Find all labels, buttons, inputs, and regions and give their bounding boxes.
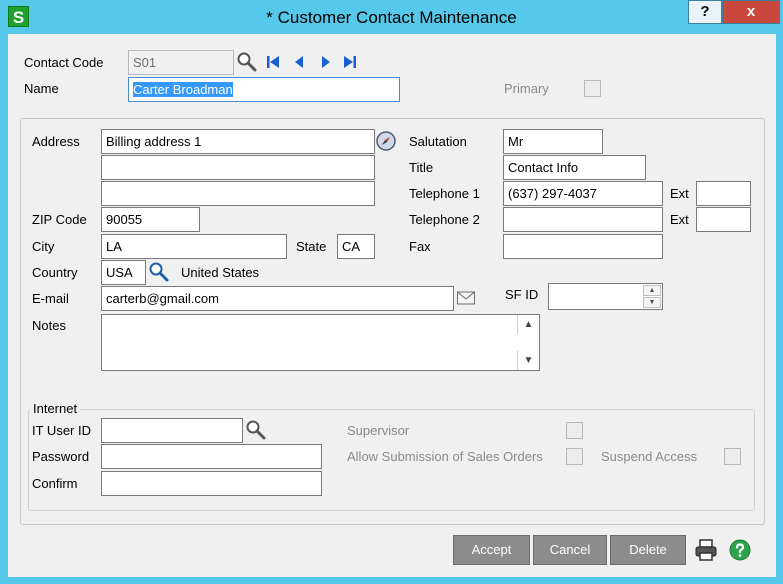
salutation-field[interactable]: Mr (503, 129, 603, 154)
it-user-id-field[interactable] (101, 418, 243, 443)
contact-code-label: Contact Code (24, 55, 104, 70)
supervisor-checkbox[interactable] (566, 422, 583, 439)
next-record-icon[interactable] (318, 54, 334, 70)
country-code-field[interactable]: USA (101, 260, 146, 285)
previous-record-icon[interactable] (291, 54, 307, 70)
confirm-field[interactable] (101, 471, 322, 496)
address-line2-field[interactable] (101, 155, 375, 180)
it-user-id-label: IT User ID (32, 423, 91, 438)
primary-checkbox[interactable] (584, 80, 601, 97)
title-label: Title (409, 160, 434, 175)
primary-label: Primary (504, 81, 549, 96)
notes-scroll-down[interactable]: ▼ (517, 351, 539, 370)
state-field[interactable]: CA (337, 234, 375, 259)
sf-id-up-button[interactable]: ▲ (643, 285, 661, 296)
telephone2-field[interactable] (503, 207, 663, 232)
password-field[interactable] (101, 444, 322, 469)
sf-id-label: SF ID (505, 287, 539, 302)
country-lookup-icon[interactable] (148, 261, 170, 283)
first-record-icon[interactable] (265, 54, 281, 70)
zip-code-field[interactable]: 90055 (101, 207, 200, 232)
allow-sales-orders-checkbox[interactable] (566, 448, 583, 465)
password-label: Password (32, 449, 90, 464)
it-user-lookup-icon[interactable] (245, 419, 267, 441)
sf-id-spinner[interactable]: ▲ ▼ (548, 283, 663, 310)
name-field[interactable]: Carter Broadman (128, 77, 400, 102)
suspend-access-label: Suspend Access (601, 449, 698, 464)
title-bar: S * Customer Contact Maintenance ? x (0, 0, 783, 34)
fax-field[interactable] (503, 234, 663, 259)
sf-id-down-button[interactable]: ▼ (643, 297, 661, 308)
notes-label: Notes (32, 318, 66, 333)
email-icon[interactable] (456, 289, 476, 307)
fax-label: Fax (409, 239, 431, 254)
ext1-label: Ext (670, 186, 689, 201)
supervisor-label: Supervisor (347, 423, 410, 438)
help-button[interactable]: ? (688, 0, 722, 24)
close-icon: x (746, 3, 756, 20)
window-title: * Customer Contact Maintenance (266, 8, 517, 27)
allow-sales-orders-label: Allow Submission of Sales Orders (347, 449, 543, 464)
internet-group-label: Internet (30, 401, 81, 416)
name-value: Carter Broadman (133, 82, 233, 97)
accept-button[interactable]: Accept (453, 535, 530, 565)
help-circle-icon[interactable] (728, 538, 752, 562)
telephone1-field[interactable]: (637) 297-4037 (503, 181, 663, 206)
contact-code-field[interactable]: S01 (128, 50, 234, 75)
close-button[interactable]: x (722, 0, 780, 24)
printer-icon[interactable] (694, 538, 718, 562)
ext2-label: Ext (670, 212, 689, 227)
delete-button[interactable]: Delete (610, 535, 686, 565)
help-icon: ? (700, 3, 710, 20)
cancel-button[interactable]: Cancel (533, 535, 607, 565)
lookup-icon[interactable] (236, 51, 258, 73)
compass-icon[interactable] (375, 130, 397, 152)
email-field[interactable]: carterb@gmail.com (101, 286, 454, 311)
country-name: United States (181, 265, 260, 280)
notes-scroll-up[interactable]: ▲ (517, 315, 539, 334)
state-label: State (296, 239, 327, 254)
title-field[interactable]: Contact Info (503, 155, 646, 180)
telephone2-label: Telephone 2 (409, 212, 480, 227)
ext2-field[interactable] (696, 207, 751, 232)
address-line3-field[interactable] (101, 181, 375, 206)
dialog-client-area: Contact Code S01 Name Carter Broadman Pr… (8, 34, 776, 577)
last-record-icon[interactable] (342, 54, 358, 70)
country-label: Country (32, 265, 78, 280)
city-label: City (32, 239, 55, 254)
email-label: E-mail (32, 291, 69, 306)
name-label: Name (24, 81, 59, 96)
confirm-label: Confirm (32, 476, 78, 491)
address-line1-field[interactable]: Billing address 1 (101, 129, 375, 154)
notes-textarea[interactable]: ▲ ▼ (101, 314, 540, 371)
telephone1-label: Telephone 1 (409, 186, 480, 201)
salutation-label: Salutation (409, 134, 467, 149)
suspend-access-checkbox[interactable] (724, 448, 741, 465)
address-label: Address (32, 134, 80, 149)
ext1-field[interactable] (696, 181, 751, 206)
zip-code-label: ZIP Code (32, 212, 87, 227)
city-field[interactable]: LA (101, 234, 287, 259)
